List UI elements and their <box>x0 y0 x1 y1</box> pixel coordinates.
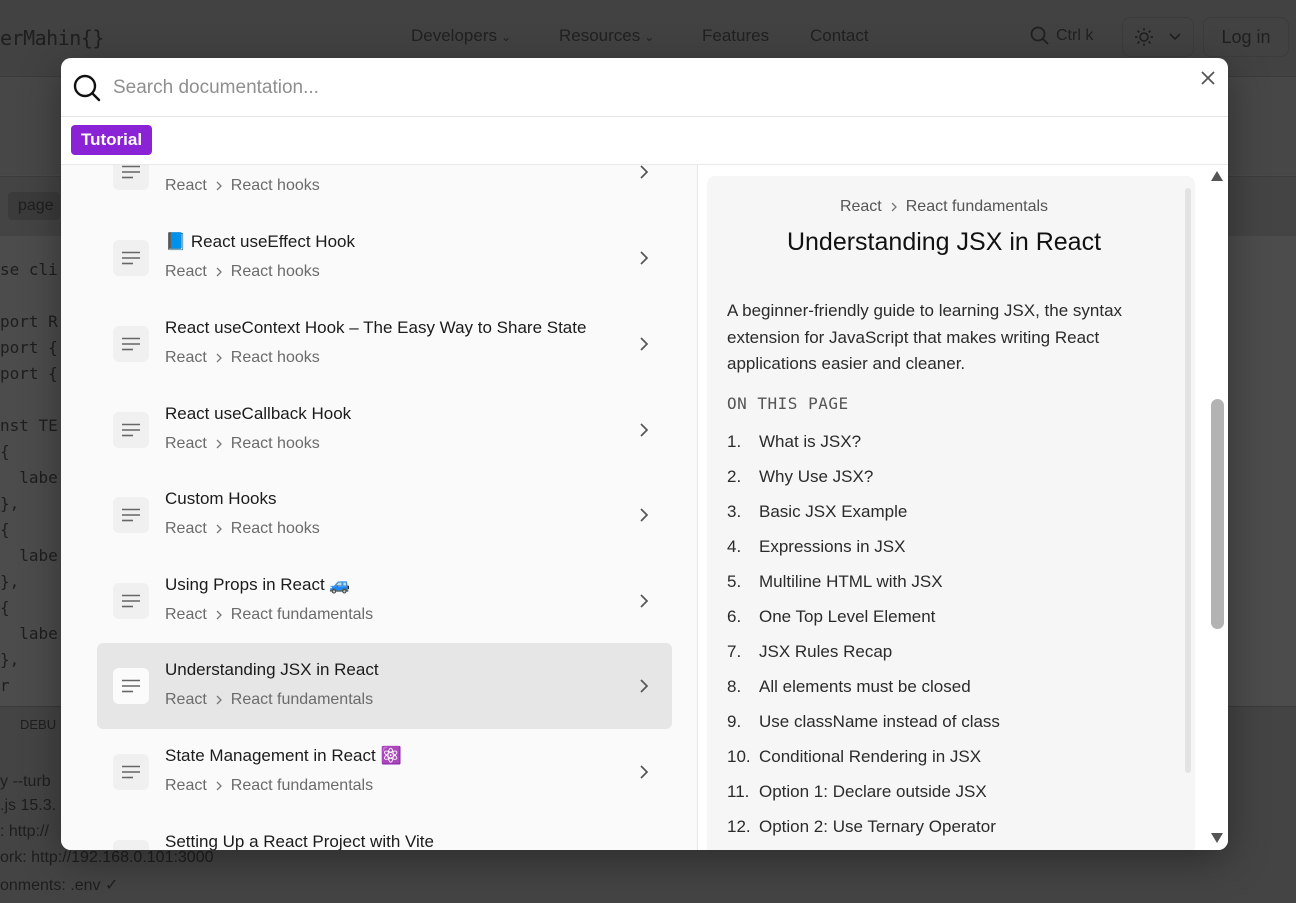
preview-scrollbar[interactable] <box>1185 188 1191 773</box>
nav-resources: Resources ⌄ <box>559 26 655 45</box>
toc-item[interactable]: 5. Multiline HTML with JSX <box>727 572 943 592</box>
item-title: React useContext Hook – The Easy Way to … <box>165 318 587 337</box>
list-item[interactable]: React useCallback Hook React React hooks <box>97 387 672 473</box>
modal-scrollbar-thumb[interactable] <box>1211 399 1224 629</box>
list-item[interactable]: React React hooks <box>97 165 672 215</box>
toc-item[interactable]: 8. All elements must be closed <box>727 677 971 697</box>
chevron-right-icon <box>216 695 222 705</box>
item-breadcrumb: React React fundamentals <box>165 606 374 623</box>
document-icon <box>113 497 149 533</box>
chevron-right-icon <box>640 765 649 779</box>
toc-item[interactable]: 4. Expressions in JSX <box>727 537 905 557</box>
list-item[interactable]: Custom Hooks React React hooks <box>97 472 672 558</box>
item-breadcrumb: React React hooks <box>165 263 320 280</box>
document-icon <box>113 412 149 448</box>
item-breadcrumb: React React fundamentals <box>165 691 374 708</box>
scroll-up-arrow-icon[interactable] <box>1210 170 1224 182</box>
list-item[interactable]: Setting Up a React Project with Vite <box>97 815 672 850</box>
toc-item[interactable]: 11. Option 1: Declare outside JSX <box>727 782 987 802</box>
nav-search-shortcut: Ctrl k <box>1030 26 1093 46</box>
document-icon <box>113 165 149 190</box>
item-title: Using Props in React 🚙 <box>165 575 351 594</box>
document-icon <box>113 240 149 276</box>
item-breadcrumb: React React hooks <box>165 435 320 452</box>
item-breadcrumb: React React fundamentals <box>165 777 374 794</box>
chevron-right-icon <box>640 165 649 179</box>
theme-toggle <box>1122 17 1194 57</box>
chevron-right-icon <box>640 508 649 522</box>
list-item-active[interactable]: Understanding JSX in React React React fu… <box>97 643 672 729</box>
item-title: React useCallback Hook <box>165 404 352 423</box>
toc-item[interactable]: 1. What is JSX? <box>727 432 861 452</box>
chevron-right-icon <box>640 337 649 351</box>
toc-item[interactable]: 12. Option 2: Use Ternary Operator <box>727 817 996 837</box>
nav-developers: Developers ⌄ <box>411 26 512 45</box>
chevron-right-icon <box>640 423 649 437</box>
scroll-down-arrow-icon[interactable] <box>1210 832 1224 844</box>
list-item[interactable]: State Management in React ⚛️ React React … <box>97 729 672 815</box>
chevron-right-icon <box>640 594 649 608</box>
document-icon <box>113 668 149 704</box>
chevron-right-icon <box>216 610 222 620</box>
chevron-right-icon <box>640 251 649 265</box>
chevron-down-icon: ⌄ <box>644 30 655 44</box>
toc-item[interactable]: 6. One Top Level Element <box>727 607 935 627</box>
preview-breadcrumb: React React fundamentals <box>839 198 1049 215</box>
item-title: Understanding JSX in React <box>165 660 379 679</box>
chevron-down-icon: ⌄ <box>501 30 512 44</box>
login-button: Log in <box>1203 17 1289 57</box>
chevron-down-icon <box>1169 33 1181 41</box>
list-item[interactable]: React useContext Hook – The Easy Way to … <box>97 301 672 387</box>
search-bar <box>61 58 1228 117</box>
search-modal: Tutorial ReactReact hooks 📘 React useEff… <box>61 58 1228 850</box>
document-icon <box>113 754 149 790</box>
item-breadcrumb: React React hooks <box>165 349 320 366</box>
site-logo: erMahin{} <box>0 26 104 50</box>
preview-pane: React React fundamentals Understanding J… <box>698 165 1228 850</box>
item-breadcrumb: React React hooks <box>165 177 320 194</box>
toc-item[interactable]: 7. JSX Rules Recap <box>727 642 892 662</box>
item-title: Custom Hooks <box>165 489 277 508</box>
document-icon <box>113 840 149 850</box>
toc-item[interactable]: 2. Why Use JSX? <box>727 467 873 487</box>
preview-card: React React fundamentals Understanding J… <box>707 176 1195 850</box>
chevron-right-icon <box>216 181 222 191</box>
search-input[interactable] <box>111 72 1175 104</box>
nav-contact: Contact <box>810 26 869 45</box>
chevron-right-icon <box>216 781 222 791</box>
preview-title: Understanding JSX in React <box>786 228 1102 256</box>
list-item[interactable]: 📘 React useEffect Hook React React hooks <box>97 215 672 301</box>
preview-description: A beginner-friendly guide to learning JS… <box>727 301 1123 373</box>
document-icon <box>113 326 149 362</box>
item-title: Setting Up a React Project with Vite <box>165 832 434 850</box>
chevron-right-icon <box>640 679 649 693</box>
page-chip: page <box>8 192 60 220</box>
chevron-right-icon <box>891 202 897 212</box>
chevron-right-icon <box>216 353 222 363</box>
item-title: 📘 React useEffect Hook <box>165 232 355 251</box>
on-this-page-heading: ON THIS PAGE <box>727 394 849 413</box>
sun-icon <box>1135 28 1153 46</box>
toc-item[interactable]: 3. Basic JSX Example <box>727 502 907 522</box>
filter-tags: Tutorial <box>61 117 1228 165</box>
results-list[interactable]: React React hooks 📘 React useEffect Hook … <box>61 165 698 850</box>
list-item[interactable]: Using Props in React 🚙 React React fundam… <box>97 558 672 644</box>
search-icon <box>1030 26 1049 45</box>
toc-item[interactable]: 9. Use className instead of class <box>727 712 1000 732</box>
search-icon <box>73 74 101 102</box>
item-title: State Management in React ⚛️ <box>165 746 402 765</box>
chevron-right-icon <box>216 267 222 277</box>
nav-features: Features <box>702 26 770 45</box>
toc-item[interactable]: 10. Conditional Rendering in JSX <box>727 747 981 767</box>
chevron-right-icon <box>216 439 222 449</box>
document-icon <box>113 583 149 619</box>
tag-tutorial[interactable]: Tutorial <box>71 125 153 155</box>
close-icon[interactable] <box>1198 68 1218 88</box>
chevron-right-icon <box>216 524 222 534</box>
item-breadcrumb: React React hooks <box>165 520 320 537</box>
